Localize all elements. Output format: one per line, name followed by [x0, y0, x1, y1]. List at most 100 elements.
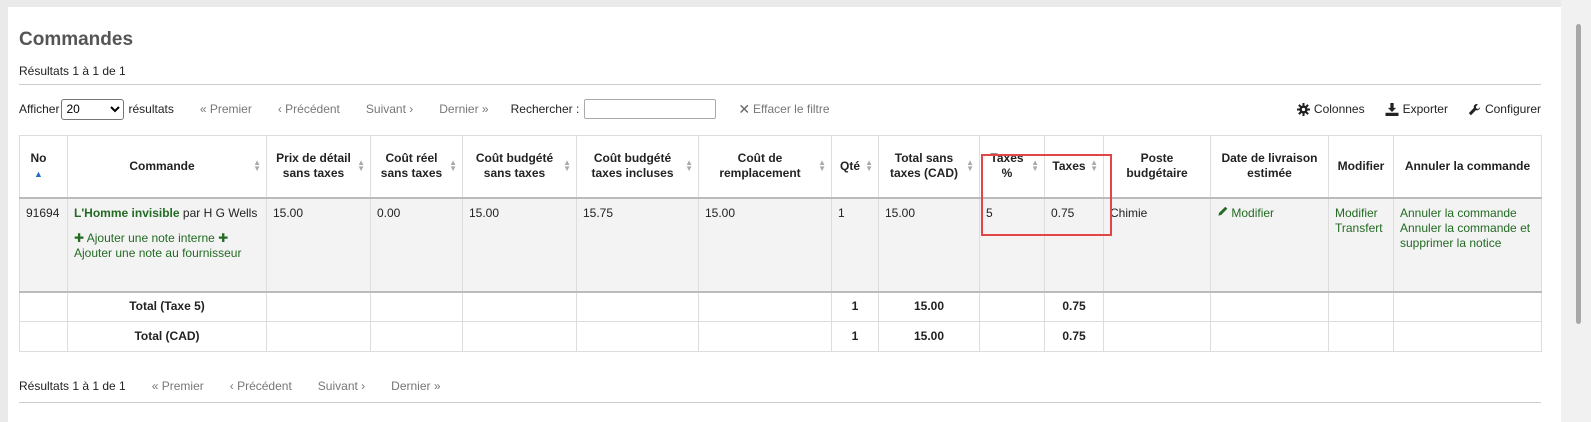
cell-actual-cost: 0.00 — [370, 197, 463, 293]
col-replacement-cost[interactable]: Coût de remplacement ▲ ▼ — [698, 135, 832, 199]
transfer-order-link[interactable]: Transfert — [1335, 221, 1383, 235]
divider-top — [19, 84, 1541, 85]
export-label: Exporter — [1402, 102, 1448, 116]
divider-bottom — [19, 402, 1541, 403]
configure-button[interactable]: Configurer — [1468, 102, 1541, 116]
clear-filter-label: Effacer le filtre — [753, 102, 830, 116]
pencil-icon — [1218, 206, 1228, 216]
total-label: Total (Taxe 5) — [67, 291, 267, 322]
sort-icon: ▲ ▼ — [865, 158, 873, 174]
cancel-order-link[interactable]: Annuler la commande — [1400, 206, 1517, 220]
col-tax[interactable]: Taxes ▲ ▼ — [1044, 135, 1104, 199]
total-tax: 0.75 — [1044, 291, 1104, 322]
col-retail-price[interactable]: Prix de détail sans taxes ▲ ▼ — [266, 135, 371, 199]
wrench-icon — [1468, 103, 1481, 115]
order-title-link[interactable]: L'Homme invisible — [74, 206, 180, 220]
clear-filter-button[interactable]: ✕ Effacer le filtre — [738, 101, 829, 118]
total-label: Total (CAD) — [67, 321, 267, 352]
cell-budgeted-cost-tax: 15.75 — [576, 197, 699, 293]
table-toolbar: Afficher 20 résultats « Premier ‹ Précéd… — [19, 97, 1541, 121]
table-footer: Résultats 1 à 1 de 1 « Premier ‹ Précéde… — [19, 379, 441, 393]
col-cancel: Annuler la commande — [1393, 135, 1542, 199]
previous-page-link[interactable]: ‹ Précédent — [230, 379, 292, 393]
col-qty[interactable]: Qté ▲ ▼ — [831, 135, 879, 199]
edit-delivery-date-link[interactable]: Modifier — [1217, 206, 1274, 220]
col-tax-pct[interactable]: Taxes % ▲ ▼ — [979, 135, 1045, 199]
col-budgeted-cost-tax[interactable]: Coût budgété taxes incluses ▲ ▼ — [576, 135, 699, 199]
page-size-label: Afficher — [19, 102, 60, 116]
add-internal-note-link[interactable]: ✚ Ajouter une note interne — [74, 231, 215, 245]
page-size-suffix: résultats — [128, 102, 174, 116]
sort-icon: ▲ ▼ — [253, 158, 261, 174]
table-row: 91694 L'Homme invisible par H G Wells ✚ … — [19, 197, 1542, 293]
last-page-link[interactable]: Dernier » — [391, 379, 440, 393]
col-budgeted-cost[interactable]: Coût budgété sans taxes ▲ ▼ — [462, 135, 577, 199]
configure-label: Configurer — [1484, 102, 1541, 116]
total-qty: 1 — [831, 291, 879, 322]
col-no[interactable]: No ▲ — [19, 135, 68, 199]
total-tax: 0.75 — [1044, 321, 1104, 352]
results-count-top: Résultats 1 à 1 de 1 — [19, 64, 126, 78]
download-icon — [1385, 102, 1399, 116]
cell-budgeted-cost: 15.00 — [462, 197, 577, 293]
orders-table: No ▲ Commande ▲ ▼ Prix de détail sans taxe… — [19, 135, 1542, 352]
scrollbar[interactable] — [1561, 0, 1591, 422]
cell-fund: Chimie — [1103, 197, 1211, 293]
search-input[interactable] — [584, 99, 717, 119]
total-qty: 1 — [831, 321, 879, 352]
cell-cancel: Annuler la commande Annuler la commande … — [1393, 197, 1542, 293]
gear-icon — [1296, 102, 1310, 116]
plus-icon: ✚ — [74, 230, 85, 245]
cancel-delete-order-link[interactable]: Annuler la commande et supprimer la noti… — [1400, 221, 1530, 250]
header-row: No ▲ Commande ▲ ▼ Prix de détail sans taxe… — [19, 135, 1542, 199]
col-fund: Poste budgétaire — [1103, 135, 1211, 199]
modify-order-link[interactable]: Modifier — [1335, 206, 1378, 220]
close-icon: ✕ — [738, 100, 751, 117]
table-tools: Colonnes Exporter Configurer — [1277, 102, 1541, 116]
sort-icon: ▲ ▼ — [357, 158, 365, 174]
total-row-tax: Total (Taxe 5) 1 15.00 0.75 — [19, 291, 1542, 322]
col-order[interactable]: Commande ▲ ▼ — [67, 135, 267, 199]
scrollbar-thumb[interactable] — [1576, 24, 1581, 324]
sort-icon: ▲ ▼ — [966, 158, 974, 174]
page-title: Commandes — [19, 29, 134, 50]
results-count-bottom: Résultats 1 à 1 de 1 — [19, 379, 126, 393]
sort-icon: ▲ ▼ — [449, 158, 457, 174]
export-button[interactable]: Exporter — [1385, 102, 1448, 116]
col-est-delivery: Date de livraison estimée — [1210, 135, 1329, 199]
sort-icon: ▲ ▼ — [818, 158, 826, 174]
total-excl: 15.00 — [878, 291, 980, 322]
previous-page-link[interactable]: ‹ Précédent — [278, 102, 340, 116]
cell-tax-pct: 5 — [979, 197, 1045, 293]
total-excl: 15.00 — [878, 321, 980, 352]
first-page-link[interactable]: « Premier — [200, 102, 252, 116]
sort-icon: ▲ ▼ — [1090, 158, 1098, 174]
last-page-link[interactable]: Dernier » — [439, 102, 488, 116]
sort-icon: ▲ ▼ — [685, 158, 693, 174]
cell-replacement-cost: 15.00 — [698, 197, 832, 293]
col-actual-cost[interactable]: Coût réel sans taxes ▲ ▼ — [370, 135, 463, 199]
next-page-link[interactable]: Suivant › — [366, 102, 413, 116]
plus-icon: ✚ — [218, 230, 229, 245]
columns-label: Colonnes — [1313, 102, 1365, 116]
search-label: Rechercher : — [510, 102, 580, 116]
col-total-excl[interactable]: Total sans taxes (CAD) ▲ ▼ — [878, 135, 980, 199]
cell-modify: Modifier Transfert — [1328, 197, 1394, 293]
sort-asc-icon: ▲ — [34, 168, 43, 179]
cell-no: 91694 — [19, 197, 68, 293]
cell-qty: 1 — [831, 197, 879, 293]
first-page-link[interactable]: « Premier — [152, 379, 204, 393]
cell-retail-price: 15.00 — [266, 197, 371, 293]
columns-button[interactable]: Colonnes — [1296, 102, 1365, 116]
total-row-currency: Total (CAD) 1 15.00 0.75 — [19, 321, 1542, 352]
orders-panel: Commandes Résultats 1 à 1 de 1 Afficher … — [8, 7, 1561, 422]
next-page-link[interactable]: Suivant › — [318, 379, 365, 393]
sort-icon: ▲ ▼ — [1031, 158, 1039, 174]
cell-tax: 0.75 — [1044, 197, 1104, 293]
page-size-select[interactable]: 20 — [61, 98, 125, 120]
order-author: par H G Wells — [182, 205, 258, 220]
sort-icon: ▲ ▼ — [563, 158, 571, 174]
cell-total-excl: 15.00 — [878, 197, 980, 293]
cell-est-delivery: Modifier — [1210, 197, 1329, 293]
col-modify: Modifier — [1328, 135, 1394, 199]
